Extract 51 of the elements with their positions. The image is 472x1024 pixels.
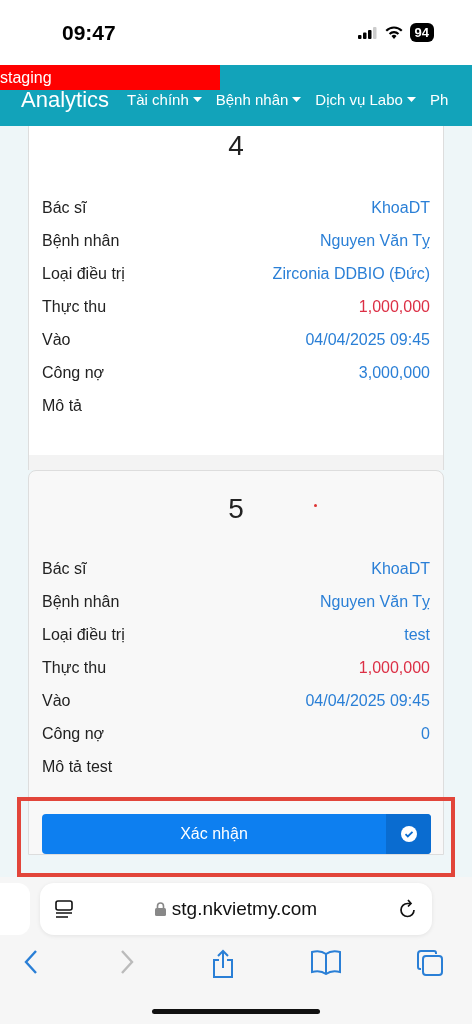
field-value: 1,000,000 — [358, 297, 430, 316]
field-label: Mô tả — [42, 396, 82, 415]
nav-menu-item[interactable]: Bệnh nhân — [215, 91, 302, 108]
confirm-button[interactable]: Xác nhận — [42, 814, 431, 854]
caret-icon — [192, 97, 202, 102]
field-value: 04/04/2025 09:45 — [305, 330, 430, 349]
field-label: Mô tả test — [42, 757, 113, 776]
environment-banner: staging — [0, 65, 220, 90]
record-number: 5 — [228, 492, 244, 526]
field-value: 04/04/2025 09:45 — [305, 691, 430, 710]
field-label: Công nợ — [42, 724, 105, 743]
check-circle-icon — [400, 826, 417, 842]
field-label: Loại điều trị — [42, 625, 125, 644]
nav-menu-item[interactable]: Tài chính — [127, 91, 202, 108]
book-icon[interactable] — [310, 949, 342, 975]
tabs-icon[interactable] — [416, 949, 444, 977]
reload-icon[interactable] — [398, 898, 418, 920]
field-label: Bác sĩ — [42, 559, 87, 578]
share-icon[interactable] — [210, 949, 236, 979]
nav-menu-item[interactable]: Ph — [429, 91, 449, 108]
field-value: test — [404, 625, 430, 644]
field-value: Nguyen Văn Tỵ — [320, 231, 430, 250]
field-label: Vào — [42, 330, 71, 349]
field-label: Bác sĩ — [42, 198, 87, 217]
field-label: Vào — [42, 691, 71, 710]
url-text: stg.nkvietmy.com — [171, 898, 318, 920]
field-value: 3,000,000 — [358, 363, 430, 382]
field-value: Nguyen Văn Tỵ — [320, 592, 430, 611]
lock-icon — [154, 902, 166, 916]
field-value: KhoaDT — [371, 198, 430, 217]
battery-level: 94 — [409, 23, 434, 42]
field-label: Bệnh nhân — [42, 231, 120, 250]
field-label: Loại điều trị — [42, 264, 125, 283]
field-value: 0 — [421, 724, 430, 743]
field-value: 1,000,000 — [358, 658, 430, 677]
wifi-icon — [384, 26, 403, 39]
signal-icon — [357, 26, 378, 39]
field-value: Zirconia DDBIO (Đức) — [272, 264, 430, 283]
reader-icon — [54, 899, 74, 919]
caret-icon — [292, 97, 302, 102]
nav-menu-item[interactable]: Dịch vụ Labo — [315, 91, 416, 108]
field-label: Thực thu — [42, 297, 107, 316]
field-label: Bệnh nhân — [42, 592, 120, 611]
address-bar[interactable]: stg.nkvietmy.com — [40, 883, 432, 935]
field-label: Công nợ — [42, 363, 105, 382]
caret-icon — [406, 97, 416, 102]
clock: 09:47 — [62, 20, 116, 45]
field-label: Thực thu — [42, 658, 107, 677]
record-number: 4 — [228, 129, 244, 163]
field-value: KhoaDT — [371, 559, 430, 578]
dot-mark — [314, 504, 317, 507]
